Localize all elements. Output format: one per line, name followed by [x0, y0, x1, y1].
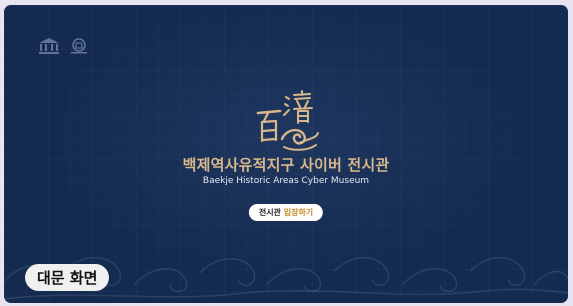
unesco-logo-icon	[39, 38, 59, 54]
world-heritage-logo-icon	[71, 38, 87, 54]
heritage-logos	[37, 37, 91, 55]
baekje-emblem-icon	[256, 90, 319, 151]
museum-intro-screen: 백제역사유적지구 사이버 전시관 Baekje Historic Areas C…	[4, 5, 568, 303]
enter-museum-button[interactable]: 전시관 입장하기	[248, 204, 324, 221]
enter-button-accent: 입장하기	[283, 208, 314, 217]
page-subtitle: Baekje Historic Areas Cyber Museum	[202, 176, 370, 186]
page-title: 백제역사유적지구 사이버 전시관	[182, 156, 390, 174]
screen-caption-badge: 대문 화면	[25, 264, 110, 291]
enter-button-prefix: 전시관	[258, 208, 281, 217]
